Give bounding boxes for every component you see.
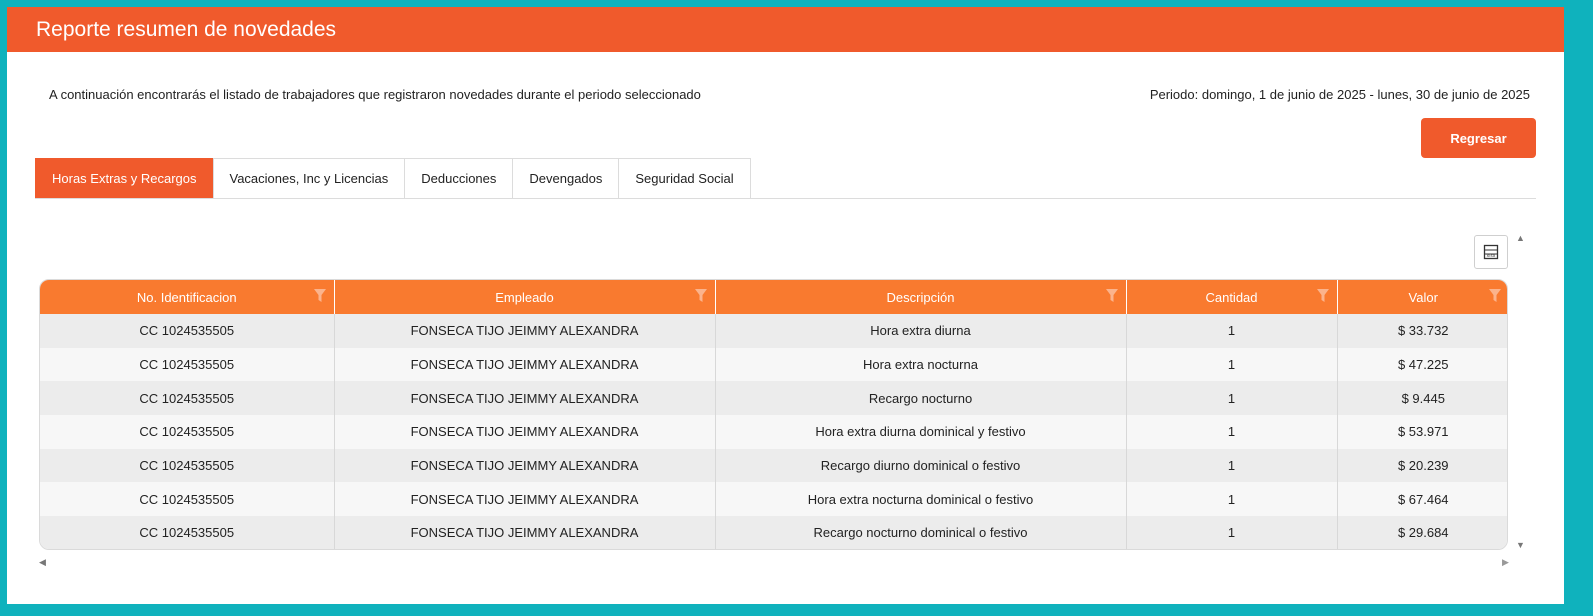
cell-valor: $ 33.732: [1397, 323, 1449, 339]
cell-cantidad: 1: [1126, 415, 1338, 449]
cell-valor: $ 47.225: [1397, 357, 1449, 373]
cell-valor: $ 20.239: [1397, 458, 1449, 474]
scroll-left-arrow-icon[interactable]: ◀: [39, 557, 46, 568]
scroll-up-arrow-icon[interactable]: ▲: [1516, 233, 1525, 243]
cell-descripcion: Recargo nocturno: [715, 381, 1127, 416]
tab-seguridad-social[interactable]: Seguridad Social: [618, 158, 751, 198]
column-header-identificacion[interactable]: No. Identificacion: [40, 280, 335, 314]
column-header-empleado[interactable]: Empleado: [334, 280, 716, 314]
cell-descripcion: Hora extra diurna dominical y festivo: [715, 415, 1127, 449]
excel-export-button[interactable]: xlsx: [1474, 235, 1508, 269]
svg-text:xlsx: xlsx: [1487, 253, 1496, 259]
filter-icon[interactable]: [1489, 289, 1501, 303]
excel-export-icon: xlsx: [1483, 244, 1499, 260]
cell-cantidad: 1: [1126, 314, 1338, 348]
report-header: Reporte resumen de novedades: [7, 7, 1564, 52]
cell-identificacion: CC 1024535505: [40, 347, 335, 382]
cell-descripcion: Hora extra nocturna dominical o festivo: [715, 482, 1127, 517]
tab-devengados[interactable]: Devengados: [512, 158, 620, 198]
cell-empleado: FONSECA TIJO JEIMMY ALEXANDRA: [334, 347, 716, 382]
cell-descripcion: Hora extra diurna: [715, 314, 1127, 348]
info-row: A continuación encontrarás el listado de…: [49, 87, 1530, 102]
column-header-valor[interactable]: Valor: [1337, 280, 1507, 314]
scroll-down-arrow-icon[interactable]: ▼: [1516, 540, 1525, 550]
cell-valor: $ 67.464: [1397, 491, 1449, 507]
table-row[interactable]: CC 1024535505 FONSECA TIJO JEIMMY ALEXAN…: [40, 516, 1507, 549]
tab-vacaciones[interactable]: Vacaciones, Inc y Licencias: [212, 158, 406, 198]
filter-icon[interactable]: [694, 289, 707, 303]
cell-identificacion: CC 1024535505: [40, 516, 335, 549]
table-row[interactable]: CC 1024535505 FONSECA TIJO JEIMMY ALEXAN…: [40, 482, 1507, 517]
page-title: Reporte resumen de novedades: [36, 17, 337, 41]
cell-empleado: FONSECA TIJO JEIMMY ALEXANDRA: [334, 415, 716, 449]
cell-identificacion: CC 1024535505: [40, 482, 335, 517]
report-panel: Reporte resumen de novedades A continuac…: [7, 7, 1564, 604]
cell-cantidad: 1: [1126, 381, 1338, 416]
filter-icon[interactable]: [1316, 289, 1329, 303]
cell-cantidad: 1: [1126, 448, 1338, 483]
cell-descripcion: Recargo nocturno dominical o festivo: [715, 516, 1127, 549]
cell-empleado: FONSECA TIJO JEIMMY ALEXANDRA: [334, 482, 716, 517]
table-header-row: No. Identificacion Empleado Descripción …: [40, 280, 1507, 314]
tab-deducciones[interactable]: Deducciones: [404, 158, 514, 198]
filter-icon[interactable]: [1105, 289, 1118, 303]
cell-descripcion: Hora extra nocturna: [715, 347, 1127, 382]
cell-empleado: FONSECA TIJO JEIMMY ALEXANDRA: [334, 314, 716, 348]
cell-valor: $ 29.684: [1397, 525, 1449, 541]
report-description: A continuación encontrarás el listado de…: [49, 87, 701, 102]
cell-identificacion: CC 1024535505: [40, 314, 335, 348]
back-button[interactable]: Regresar: [1421, 118, 1536, 158]
tab-horas-extras[interactable]: Horas Extras y Recargos: [35, 158, 214, 198]
cell-descripcion: Recargo diurno dominical o festivo: [715, 448, 1127, 483]
table-row[interactable]: CC 1024535505 FONSECA TIJO JEIMMY ALEXAN…: [40, 448, 1507, 483]
table-row[interactable]: CC 1024535505 FONSECA TIJO JEIMMY ALEXAN…: [40, 347, 1507, 382]
cell-empleado: FONSECA TIJO JEIMMY ALEXANDRA: [334, 516, 716, 549]
cell-cantidad: 1: [1126, 482, 1338, 517]
filter-icon[interactable]: [313, 289, 326, 303]
cell-cantidad: 1: [1126, 516, 1338, 549]
table-row[interactable]: CC 1024535505 FONSECA TIJO JEIMMY ALEXAN…: [40, 314, 1507, 348]
cell-identificacion: CC 1024535505: [40, 415, 335, 449]
cell-cantidad: 1: [1126, 347, 1338, 382]
column-header-cantidad[interactable]: Cantidad: [1126, 280, 1338, 314]
novedades-table: No. Identificacion Empleado Descripción …: [39, 279, 1508, 550]
tab-bar: Horas Extras y Recargos Vacaciones, Inc …: [35, 158, 1536, 199]
column-header-descripcion[interactable]: Descripción: [715, 280, 1127, 314]
table-row[interactable]: CC 1024535505 FONSECA TIJO JEIMMY ALEXAN…: [40, 415, 1507, 449]
cell-valor: $ 9.445: [1401, 390, 1445, 406]
cell-identificacion: CC 1024535505: [40, 448, 335, 483]
cell-empleado: FONSECA TIJO JEIMMY ALEXANDRA: [334, 448, 716, 483]
scroll-right-arrow-icon[interactable]: ▶: [1502, 557, 1509, 568]
table-row[interactable]: CC 1024535505 FONSECA TIJO JEIMMY ALEXAN…: [40, 381, 1507, 416]
cell-valor: $ 53.971: [1397, 424, 1449, 440]
cell-identificacion: CC 1024535505: [40, 381, 335, 416]
period-label: Periodo: domingo, 1 de junio de 2025 - l…: [1149, 87, 1530, 102]
cell-empleado: FONSECA TIJO JEIMMY ALEXANDRA: [334, 381, 716, 416]
